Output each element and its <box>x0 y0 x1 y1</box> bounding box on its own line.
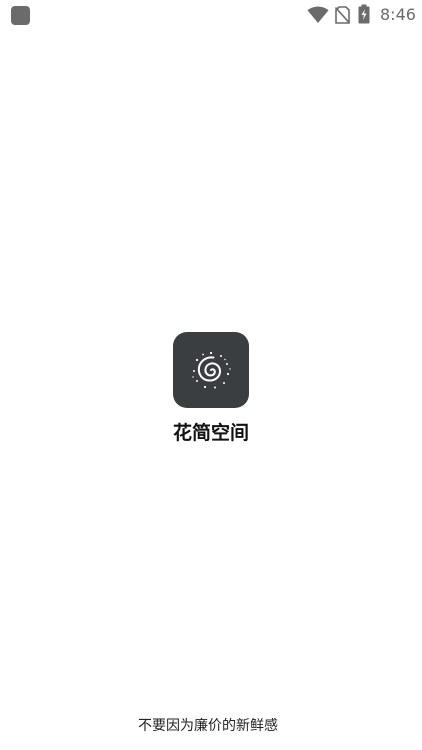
slogan-text: 不要因为廉价的新鲜感 <box>138 718 278 734</box>
notification-icon <box>11 6 30 25</box>
app-name: 花简空间 <box>172 422 249 444</box>
splash-screen: 8:46 花简空间 不要因为廉价的新鲜感 <box>0 0 422 750</box>
status-time: 8:46 <box>380 5 416 24</box>
slogan-container: 不要因为廉价的新鲜感 <box>138 715 284 737</box>
status-bar: 8:46 <box>0 0 422 30</box>
wifi-icon <box>307 6 329 23</box>
app-logo <box>173 332 249 408</box>
no-sim-icon <box>335 6 350 24</box>
spiral-galaxy-icon <box>192 351 231 389</box>
battery-charging-icon <box>358 4 370 24</box>
